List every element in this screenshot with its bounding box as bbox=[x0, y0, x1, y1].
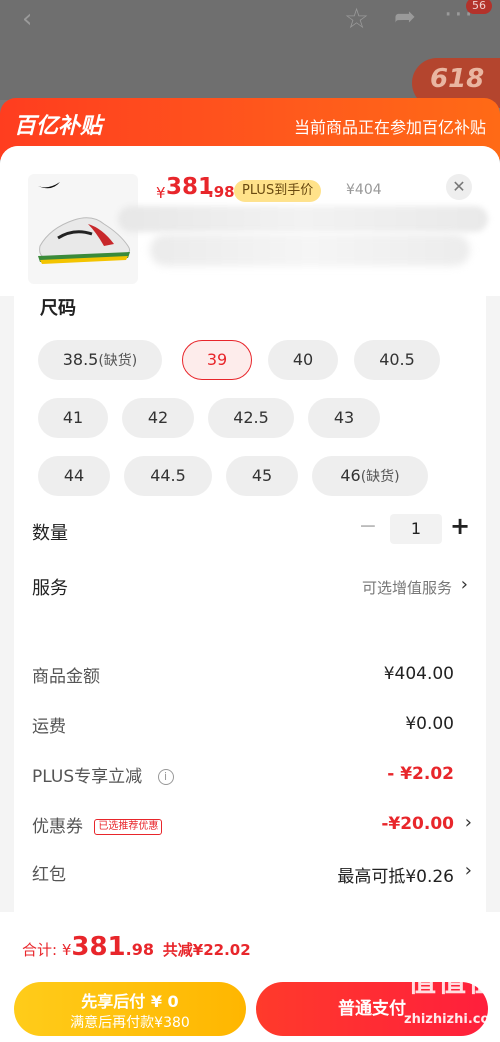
coupon-label: 优惠券 bbox=[32, 817, 83, 837]
watermark-logo: 值值值 bbox=[408, 965, 499, 998]
plus-discount-value: - ¥2.02 bbox=[387, 764, 454, 784]
site-watermark: 值值值 zhizhizhi.com bbox=[400, 960, 500, 1040]
size-chip-44[interactable]: 44 bbox=[38, 456, 110, 496]
price-integer: 381 bbox=[166, 174, 215, 200]
back-icon[interactable]: ‹ bbox=[22, 4, 32, 34]
plus-discount-row: PLUS专享立减 i - ¥2.02 bbox=[32, 762, 468, 792]
quantity-label: 数量 bbox=[32, 523, 68, 544]
favorite-star-icon[interactable]: ☆ bbox=[344, 2, 369, 35]
quantity-input[interactable]: 1 bbox=[390, 514, 442, 544]
coupon-chevron-icon[interactable]: › bbox=[465, 812, 472, 833]
redpack-label: 红包 bbox=[32, 865, 66, 885]
service-chevron-icon[interactable]: › bbox=[461, 574, 468, 595]
shipping-label: 运费 bbox=[32, 717, 66, 737]
size-chip-38-5[interactable]: 38.5(缺货) bbox=[38, 340, 162, 380]
redpack-value: 最高可抵¥0.26 bbox=[337, 867, 454, 887]
total-saved: 共减¥22.02 bbox=[162, 941, 251, 959]
top-app-bar: ‹ ☆ ➦ ··· 56 618 bbox=[0, 0, 500, 108]
size-chip-45[interactable]: 45 bbox=[226, 456, 298, 496]
plus-price-tag: PLUS到手价 bbox=[234, 180, 322, 202]
coupon-recommended-tag: 已选推荐优惠 bbox=[94, 819, 163, 835]
total-label: 合计: ¥ bbox=[22, 941, 72, 959]
size-section-title: 尺码 bbox=[40, 298, 76, 319]
size-chip-41[interactable]: 41 bbox=[38, 398, 108, 438]
pay-later-title: 先享后付 ¥ 0 bbox=[81, 992, 179, 1011]
product-image bbox=[28, 174, 138, 284]
info-icon[interactable]: i bbox=[157, 769, 174, 785]
total-integer: 381 bbox=[71, 932, 126, 962]
price-summary-panel: 商品金额 ¥404.00 运费 ¥0.00 PLUS专享立减 i - ¥2.02… bbox=[14, 638, 486, 928]
coupon-value: -¥20.00 bbox=[381, 814, 454, 834]
quantity-minus-button[interactable]: − bbox=[358, 514, 378, 544]
goods-amount-value: ¥404.00 bbox=[383, 664, 454, 684]
blurred-product-spec bbox=[150, 234, 470, 266]
size-chip-40[interactable]: 40 bbox=[268, 340, 338, 380]
shipping-row: 运费 ¥0.00 bbox=[32, 712, 468, 742]
purchase-sheet: ¥ 381 .98 PLUS到手价 ¥404 ✕ 尺码 38.5(缺货) 39 … bbox=[0, 146, 500, 1042]
size-chip-40-5[interactable]: 40.5 bbox=[354, 340, 440, 380]
notification-badge: 56 bbox=[466, 0, 492, 14]
goods-amount-row: 商品金额 ¥404.00 bbox=[32, 662, 468, 692]
size-chip-42-5[interactable]: 42.5 bbox=[208, 398, 294, 438]
shipping-value: ¥0.00 bbox=[405, 714, 454, 734]
quantity-plus-button[interactable]: + bbox=[450, 512, 470, 542]
subsidy-brand-logo: 百亿补贴 bbox=[14, 114, 103, 139]
size-chip-46[interactable]: 46(缺货) bbox=[312, 456, 428, 496]
size-chip-44-5[interactable]: 44.5 bbox=[124, 456, 212, 496]
size-chip-43[interactable]: 43 bbox=[308, 398, 380, 438]
price-currency: ¥ bbox=[156, 184, 166, 202]
original-price: ¥404 bbox=[346, 182, 382, 198]
subsidy-note: 当前商品正在参加百亿补贴 bbox=[293, 118, 486, 137]
blurred-product-title bbox=[118, 206, 488, 232]
service-label: 服务 bbox=[32, 578, 68, 599]
total-decimal: .98 bbox=[125, 940, 154, 959]
service-value[interactable]: 可选增值服务 bbox=[362, 577, 452, 598]
redpack-row[interactable]: 红包 最高可抵¥0.26 › bbox=[32, 860, 472, 890]
total-price: 合计: ¥381.98 共减¥22.02 bbox=[22, 932, 251, 962]
share-icon[interactable]: ➦ bbox=[394, 2, 416, 32]
size-chip-42[interactable]: 42 bbox=[122, 398, 194, 438]
plus-discount-label: PLUS专享立减 bbox=[32, 767, 143, 787]
close-icon[interactable]: ✕ bbox=[446, 174, 472, 200]
watermark-site: zhizhizhi.com bbox=[404, 1012, 500, 1027]
redpack-chevron-icon[interactable]: › bbox=[465, 860, 472, 881]
pay-later-subtitle: 满意后再付款¥380 bbox=[70, 1015, 190, 1031]
shoe-image-icon bbox=[38, 182, 131, 264]
product-summary: ¥ 381 .98 PLUS到手价 ¥404 ✕ bbox=[0, 146, 500, 296]
pay-later-button[interactable]: 先享后付 ¥ 0 满意后再付款¥380 bbox=[14, 982, 246, 1036]
price-decimal: .98 bbox=[208, 183, 235, 201]
size-chip-39[interactable]: 39 bbox=[182, 340, 252, 380]
goods-amount-label: 商品金额 bbox=[32, 667, 100, 687]
coupon-row[interactable]: 优惠券 已选推荐优惠 -¥20.00 › bbox=[32, 812, 472, 842]
